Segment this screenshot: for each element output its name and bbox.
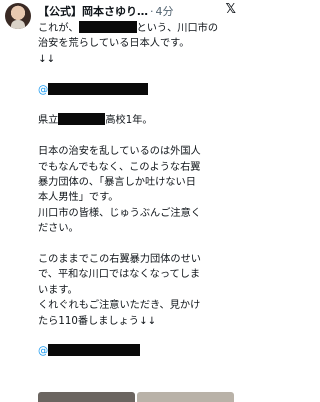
redaction-block	[78, 21, 137, 33]
text-line: 日本の治安を乱しているのは外国人	[38, 146, 201, 158]
text-line: 治安を荒らしている日本人です。	[38, 38, 190, 50]
tweet-time[interactable]: 4分	[156, 3, 174, 19]
text-line: これが、 という、川口市の	[38, 21, 219, 34]
text-line: います。	[38, 284, 78, 296]
tweet-text: これが、 という、川口市の 治安を荒らしている日本人です。 ↓↓ @ 県立 高校1年…	[38, 21, 234, 360]
text-line: くれぐれもご注意いただき、見かけ	[38, 300, 201, 312]
redaction-block	[48, 82, 149, 95]
redaction-block	[58, 113, 106, 126]
author-avatar[interactable]	[5, 3, 31, 29]
mention-link[interactable]: @	[38, 344, 234, 359]
separator-dot: ·	[150, 4, 154, 18]
author-name[interactable]: 【公式】岡本さゆり…	[38, 3, 148, 19]
text-line: たら110番しましょう↓↓	[38, 315, 157, 327]
text-line: でもなんでもなく、このような右翼	[38, 161, 201, 173]
tweet-header: 【公式】岡本さゆり… · 4分 𝕏	[38, 2, 236, 20]
text-line: このままでこの右翼暴力団体のせい	[38, 254, 201, 266]
media-thumbnail[interactable]	[137, 392, 234, 402]
media-thumbnail[interactable]	[38, 392, 135, 402]
mention-link[interactable]: @	[38, 82, 234, 98]
text-line: で、平和な川口ではなくなってしま	[38, 269, 201, 281]
text-line: 本人男性」です。	[38, 192, 119, 204]
text-line: 川口市の皆様、じゅうぶんご注意く	[38, 207, 201, 219]
redaction-block	[48, 344, 141, 357]
media-preview[interactable]	[38, 392, 234, 402]
text-line: 県立 高校1年。	[38, 113, 153, 127]
text-line: 暴力団体の、「暴言しか吐けない日	[38, 177, 196, 189]
text-line: ださい。	[38, 223, 79, 235]
text-line: ↓↓	[38, 53, 56, 65]
x-logo-icon: 𝕏	[225, 2, 236, 17]
